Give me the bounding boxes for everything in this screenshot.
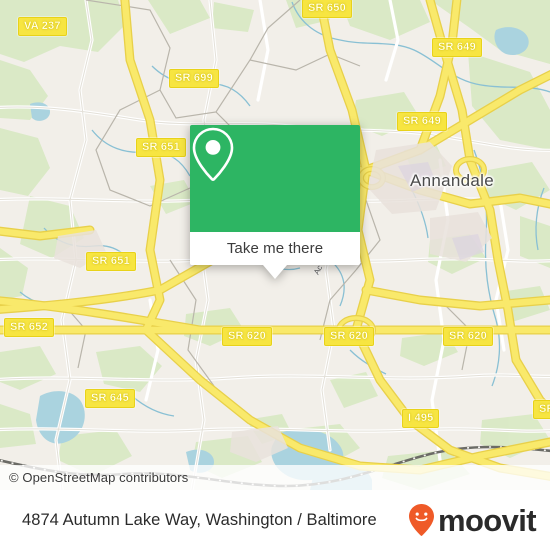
- road-shield: SR 649: [397, 112, 447, 131]
- road-shield: VA 237: [18, 17, 67, 36]
- road-shield: I 495: [402, 409, 440, 428]
- moovit-map-screenshot: VA 237 SR 650 SR 649 SR 699 SR 649 SR 65…: [0, 0, 550, 550]
- location-popup[interactable]: Take me there: [190, 125, 360, 279]
- road-shield: SR 651: [86, 252, 136, 271]
- road-shield: SR 650: [302, 0, 352, 18]
- take-me-there-button[interactable]: Take me there: [190, 232, 360, 265]
- attribution-text: © OpenStreetMap contributors: [9, 470, 189, 485]
- road-shield: SR 652: [4, 318, 54, 337]
- road-shield: SR 651: [136, 138, 186, 157]
- moovit-pin-icon: [408, 504, 434, 536]
- road-shield: SR 649: [432, 38, 482, 57]
- road-shield: SR 645: [85, 389, 135, 408]
- road-shield: SR 620: [443, 327, 493, 346]
- footer-bar: 4874 Autumn Lake Way, Washington / Balti…: [0, 490, 550, 550]
- map-canvas[interactable]: VA 237 SR 650 SR 649 SR 699 SR 649 SR 65…: [0, 0, 550, 490]
- map-attribution: © OpenStreetMap contributors: [0, 465, 550, 490]
- road-shield: SR 699: [169, 69, 219, 88]
- take-me-there-label: Take me there: [226, 240, 324, 257]
- road-shield: SR 620: [222, 327, 272, 346]
- popup-tail: [263, 265, 287, 279]
- map-pin-icon: [192, 127, 234, 181]
- place-label-annandale: Annandale: [410, 171, 494, 190]
- address-label: 4874 Autumn Lake Way, Washington / Balti…: [22, 510, 377, 529]
- road-shield: SR 620: [324, 327, 374, 346]
- popup-icon-area: [190, 125, 360, 232]
- moovit-wordmark: moovit: [437, 502, 537, 538]
- road-shield: SR: [533, 400, 550, 419]
- moovit-logo[interactable]: moovit: [408, 503, 550, 537]
